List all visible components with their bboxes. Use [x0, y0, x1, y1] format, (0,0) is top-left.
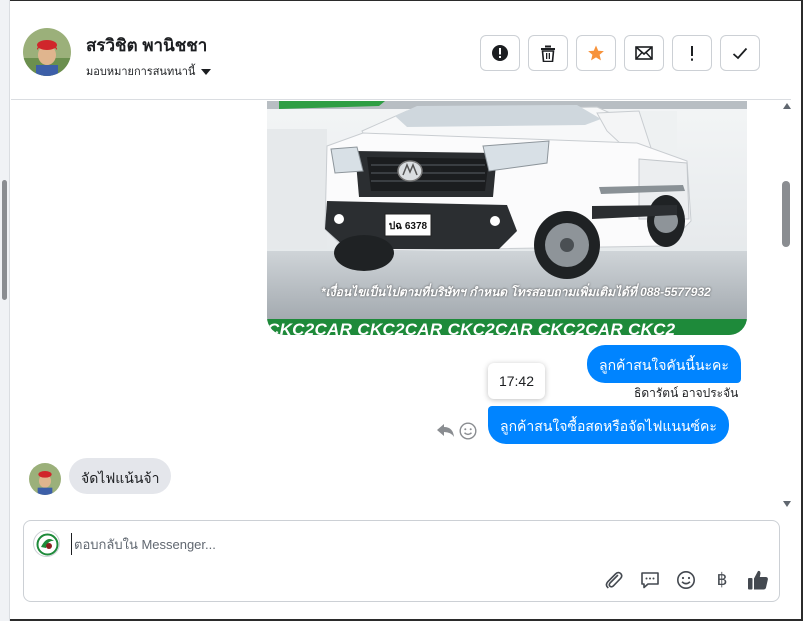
scroll-up-arrow[interactable] [783, 103, 791, 109]
star-button[interactable] [576, 35, 616, 71]
star-icon [588, 45, 604, 61]
mark-unread-button[interactable] [624, 35, 664, 71]
conversation-header: สรวิชิต พานิชชา มอบหมายการสนทนานี้ [11, 6, 791, 100]
react-message-button[interactable] [459, 422, 477, 445]
reply-message-button[interactable] [436, 422, 455, 443]
reply-composer: ฿ [23, 520, 780, 602]
caret-down-icon [201, 68, 212, 75]
reply-arrow-icon [437, 424, 454, 437]
exclamation-icon [691, 45, 693, 61]
envelope-icon [635, 46, 653, 60]
spam-button[interactable] [672, 35, 712, 71]
svg-text:ปฉ 6378: ปฉ 6378 [389, 220, 428, 232]
block-button[interactable] [480, 35, 520, 71]
header-actions [480, 35, 760, 71]
trash-icon [541, 45, 555, 62]
car-photo-attachment[interactable]: ปฉ 6378 *เงื่อนไขเป็นไปตามที่บริษัทฯ กำห… [267, 101, 747, 335]
customer-avatar[interactable] [23, 28, 71, 76]
car-photo-banner: CKC2CAR CKC2CAR CKC2CAR CKC2CAR CKC2 [267, 319, 747, 335]
saved-replies-button[interactable] [638, 568, 662, 592]
left-scroll-handle[interactable] [2, 180, 7, 300]
payment-button[interactable]: ฿ [710, 568, 734, 592]
sender-name: ธิดารัตน์ อาจประจัน [634, 386, 739, 400]
reply-input[interactable] [71, 533, 761, 555]
assign-conversation-dropdown[interactable]: มอบหมายการสนทนานี้ [86, 62, 212, 80]
scroll-down-arrow[interactable] [783, 501, 791, 507]
thread-scrollbar[interactable] [781, 101, 793, 509]
baht-icon: ฿ [716, 570, 728, 590]
customer-name: สรวิชิต พานิชชา [86, 36, 208, 55]
left-panel-edge [0, 0, 10, 621]
timestamp-tooltip: 17:42 [488, 363, 545, 399]
delete-button[interactable] [528, 35, 568, 71]
message-thread[interactable]: ปฉ 6378 *เงื่อนไขเป็นไปตามที่บริษัทฯ กำห… [11, 101, 781, 509]
chat-bubble-icon [641, 572, 659, 589]
done-button[interactable] [720, 35, 760, 71]
smiley-icon [677, 571, 695, 589]
alert-circle-icon [492, 45, 508, 61]
customer-avatar-small[interactable] [29, 463, 61, 495]
car-photo-note: *เงื่อนไขเป็นไปตามที่บริษัทฯ กำหนด โทรสอ… [321, 285, 711, 299]
thumbs-up-icon [748, 570, 768, 590]
smiley-icon [459, 422, 477, 440]
attach-file-button[interactable] [602, 568, 626, 592]
scroll-thumb[interactable] [782, 181, 790, 247]
emoji-button[interactable] [674, 568, 698, 592]
page-logo [33, 530, 60, 557]
outgoing-message-2[interactable]: ลูกค้าสนใจซื้อสดหรือจัดไฟแนนซ์คะ [488, 406, 729, 444]
incoming-message-1[interactable]: จัดไฟแน้นจ้า [69, 458, 172, 494]
assign-label: มอบหมายการสนทนานี้ [86, 66, 196, 78]
like-button[interactable] [746, 568, 770, 592]
outgoing-message-1[interactable]: ลูกค้าสนใจคันนี้นะคะ [587, 345, 741, 383]
composer-tools: ฿ [602, 568, 770, 592]
paperclip-icon [605, 571, 623, 589]
checkmark-icon [732, 47, 748, 59]
